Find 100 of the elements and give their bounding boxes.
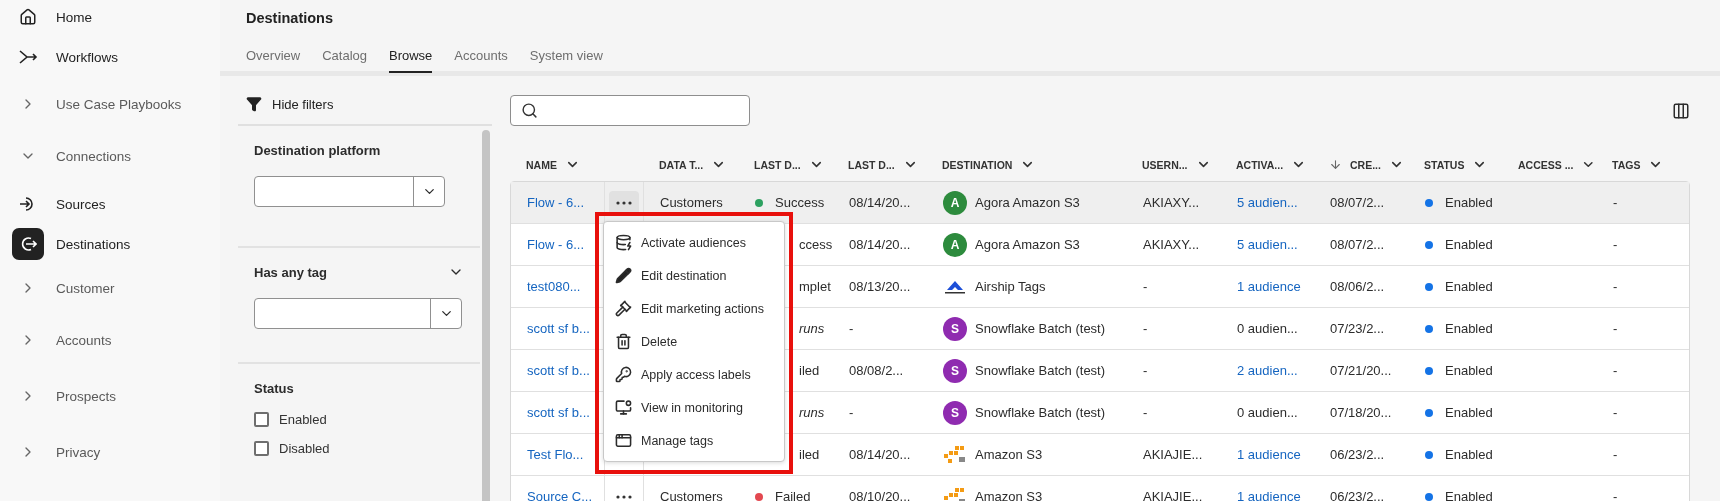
scrollbar[interactable] (482, 130, 490, 501)
table-cell: - (1613, 195, 1618, 210)
menu-item[interactable]: Activate audiences (604, 226, 784, 259)
table-cell: - (1613, 237, 1618, 252)
combo-box[interactable] (254, 176, 445, 207)
column-header[interactable]: DESTINATION (942, 158, 1013, 171)
table-cell: 08/07/2... (1330, 237, 1385, 252)
table-cell: Enabled (1445, 195, 1493, 210)
audience-link[interactable]: 5 audien... (1237, 237, 1298, 252)
table-cell: 07/23/2... (1330, 321, 1385, 336)
audience-link[interactable]: 1 audience (1237, 489, 1301, 501)
table-cell: - (1143, 405, 1148, 420)
search-icon (521, 102, 538, 119)
table-row[interactable]: Flow - 6... Customers Success 08/14/20... A Agora Amazon S3 AKIAXY... 5 audien... 08/07/2... Enabled - (511, 182, 1689, 224)
table-cell: Enabled (1445, 237, 1493, 252)
hide-filters-button[interactable]: Hide filters (246, 96, 334, 112)
avatar: S (943, 358, 967, 383)
table-cell: - (1613, 405, 1618, 420)
nav-item[interactable]: Home (0, 0, 212, 34)
audience-link[interactable]: 1 audience (1237, 279, 1301, 294)
table-cell: 08/06/2... (1330, 279, 1385, 294)
table-cell: 08/08/2... (849, 363, 904, 378)
table-cell: 08/14/20... (849, 447, 911, 462)
table-cell: AKIAJIE... (1143, 489, 1203, 501)
table-cell: 08/10/20... (849, 489, 911, 501)
tab[interactable]: Overview (246, 48, 301, 73)
nav-group[interactable]: Use Case Playbooks (0, 80, 212, 128)
table-cell: Enabled (1445, 321, 1493, 336)
table-cell: 06/23/2... (1330, 489, 1385, 501)
column-header[interactable]: NAME (526, 158, 557, 171)
tab[interactable]: Catalog (322, 48, 367, 73)
avatar: A (943, 190, 967, 215)
combo-box[interactable] (254, 298, 462, 329)
nav-group[interactable]: Privacy (0, 424, 212, 480)
column-header[interactable]: CRE... (1350, 158, 1381, 171)
tab[interactable]: Accounts (454, 48, 508, 73)
table-cell: Enabled (1445, 489, 1493, 501)
nav-group[interactable]: Accounts (0, 312, 212, 368)
column-header[interactable]: TAGS (1612, 158, 1641, 171)
table-cell: Snowflake Batch (test) (975, 405, 1106, 420)
search-field[interactable] (510, 95, 750, 126)
audience-link[interactable]: 2 audien... (1237, 363, 1298, 378)
column-header[interactable]: DATA T... (659, 158, 704, 171)
column-header[interactable]: ACTIVA... (1236, 158, 1284, 171)
table-cell: Customers (660, 195, 723, 210)
flow-name-link[interactable]: test080... (527, 279, 581, 294)
nav-item[interactable]: Workflows (0, 34, 212, 80)
table-cell: - (1143, 321, 1148, 336)
column-header[interactable]: LAST D... (754, 158, 801, 171)
nav-item[interactable]: Destinations (0, 224, 212, 264)
table-cell: - (849, 405, 854, 420)
filter-label: Status (254, 380, 294, 396)
column-header[interactable]: USERN... (1142, 158, 1188, 171)
audience-link[interactable]: 1 audience (1237, 447, 1301, 462)
nav-group[interactable]: Prospects (0, 368, 212, 424)
column-header[interactable]: LAST D... (848, 158, 895, 171)
flow-name-link[interactable]: scott sf b... (527, 321, 590, 336)
table-cell: - (1613, 279, 1618, 294)
table-cell: ccess (799, 237, 833, 252)
nav-group[interactable]: Customer (0, 264, 212, 312)
menu-item[interactable]: View in monitoring (604, 391, 784, 424)
column-settings-icon[interactable] (1672, 101, 1690, 120)
table-cell: 08/07/2... (1330, 195, 1385, 210)
table-cell: iled (799, 447, 820, 462)
flow-name-link[interactable]: Test Flo... (527, 447, 584, 462)
table-cell: mplet (799, 279, 831, 294)
flow-name-link[interactable]: Flow - 6... (527, 237, 585, 252)
checkbox[interactable] (254, 441, 269, 456)
home-icon (19, 8, 37, 26)
flow-name-link[interactable]: scott sf b... (527, 363, 590, 378)
table-cell: 08/14/20... (849, 237, 911, 252)
table-cell: Failed (775, 489, 811, 501)
merge-arrow-icon (18, 50, 38, 64)
table-cell: - (1613, 489, 1618, 501)
page-title: Destinations (245, 9, 334, 28)
flow-name-link[interactable]: Flow - 6... (527, 195, 585, 210)
more-icon (616, 494, 632, 499)
table-cell: 08/13/20... (849, 279, 911, 294)
tab[interactable]: System view (529, 48, 603, 73)
nav-group[interactable]: Connections (0, 128, 212, 184)
table-cell: - (1143, 363, 1148, 378)
table-cell: 0 audien... (1237, 405, 1298, 420)
audience-link[interactable]: 5 audien... (1237, 195, 1298, 210)
table-cell: Customers (660, 489, 723, 501)
nav-item[interactable]: Sources (0, 184, 212, 224)
tab[interactable]: Browse (389, 48, 433, 73)
table-cell: - (1143, 279, 1148, 294)
flow-name-link[interactable]: Source C... (527, 489, 593, 501)
menu-item[interactable]: Apply access labels (604, 358, 784, 391)
column-header[interactable]: STATUS (1424, 158, 1465, 171)
checkbox[interactable] (254, 412, 269, 427)
table-cell: 0 audien... (1237, 321, 1298, 336)
more-icon (616, 200, 632, 205)
flow-name-link[interactable]: scott sf b... (527, 405, 590, 420)
table-cell: - (1613, 363, 1618, 378)
table-cell: Enabled (1445, 279, 1493, 294)
table-cell: Snowflake Batch (test) (975, 363, 1106, 378)
checkbox-label: Disabled (279, 441, 330, 456)
column-header[interactable]: ACCESS ... (1518, 158, 1574, 171)
table-cell: runs (799, 321, 825, 336)
